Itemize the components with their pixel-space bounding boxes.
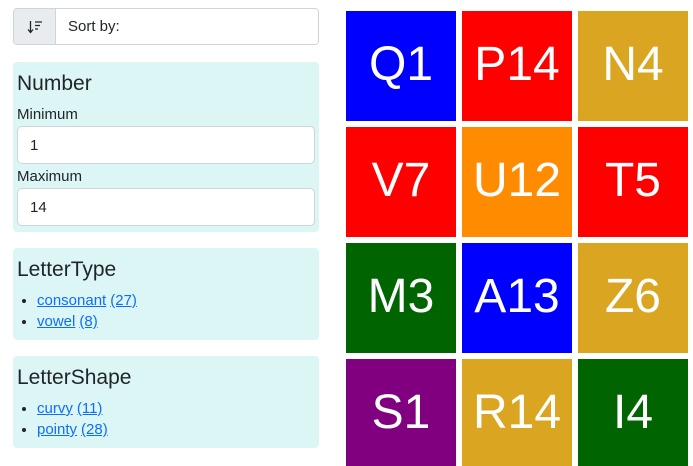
minimum-input[interactable] <box>17 126 315 164</box>
tile[interactable]: U12 <box>462 127 572 237</box>
facet-link-pointy[interactable]: pointy (28) <box>37 421 108 438</box>
letter-shape-panel: LetterShape curvy(11) pointy(28) <box>13 356 319 448</box>
facet-label: consonant <box>37 292 107 309</box>
facet-count: (8) <box>79 313 98 330</box>
list-item: consonant(27) <box>37 292 315 309</box>
letter-type-panel: LetterType consonant(27) vowel(8) <box>13 248 319 340</box>
tile[interactable]: S1 <box>346 359 456 466</box>
tile[interactable]: Z6 <box>578 243 688 353</box>
tile[interactable]: N4 <box>578 11 688 121</box>
tile[interactable]: T5 <box>578 127 688 237</box>
tile[interactable]: P14 <box>462 11 572 121</box>
facet-link-curvy[interactable]: curvy (11) <box>37 400 102 417</box>
facet-label: pointy <box>37 421 78 438</box>
letter-shape-title: LetterShape <box>17 366 132 389</box>
facet-link-vowel[interactable]: vowel (8) <box>37 313 98 330</box>
list-item: vowel(8) <box>37 313 315 330</box>
tile[interactable]: V7 <box>346 127 456 237</box>
tile[interactable]: I4 <box>578 359 688 466</box>
facet-label: vowel <box>37 313 76 330</box>
list-item: pointy(28) <box>37 421 315 438</box>
tile[interactable]: A13 <box>462 243 572 353</box>
sort-descending-icon <box>27 20 42 34</box>
letter-type-title: LetterType <box>17 258 117 281</box>
minimum-label: Minimum <box>17 106 78 123</box>
tile[interactable]: M3 <box>346 243 456 353</box>
tile[interactable]: Q1 <box>346 11 456 121</box>
sort-direction-button[interactable] <box>14 9 56 44</box>
page: Sort by: Number Minimum Maximum LetterTy… <box>0 0 693 466</box>
tile-grid: Q1 P14 N4 V7 U12 T5 M3 A13 Z6 S1 R14 I4 <box>346 11 688 466</box>
sort-control: Sort by: <box>13 8 319 45</box>
letter-type-list: consonant(27) vowel(8) <box>17 292 315 330</box>
sort-by-select[interactable]: Sort by: <box>56 9 318 44</box>
facet-link-consonant[interactable]: consonant (27) <box>37 292 137 309</box>
maximum-input[interactable] <box>17 188 315 226</box>
filter-sidebar: Sort by: Number Minimum Maximum LetterTy… <box>13 8 319 448</box>
number-filter-title: Number <box>17 72 92 95</box>
facet-count: (11) <box>76 400 103 417</box>
letter-shape-list: curvy(11) pointy(28) <box>17 400 315 438</box>
facet-count: (28) <box>81 421 108 438</box>
maximum-label: Maximum <box>17 168 83 185</box>
list-item: curvy(11) <box>37 400 315 417</box>
facet-count: (27) <box>110 292 137 309</box>
tile[interactable]: R14 <box>462 359 572 466</box>
number-filter-panel: Number Minimum Maximum <box>13 62 319 232</box>
facet-label: curvy <box>37 400 73 417</box>
